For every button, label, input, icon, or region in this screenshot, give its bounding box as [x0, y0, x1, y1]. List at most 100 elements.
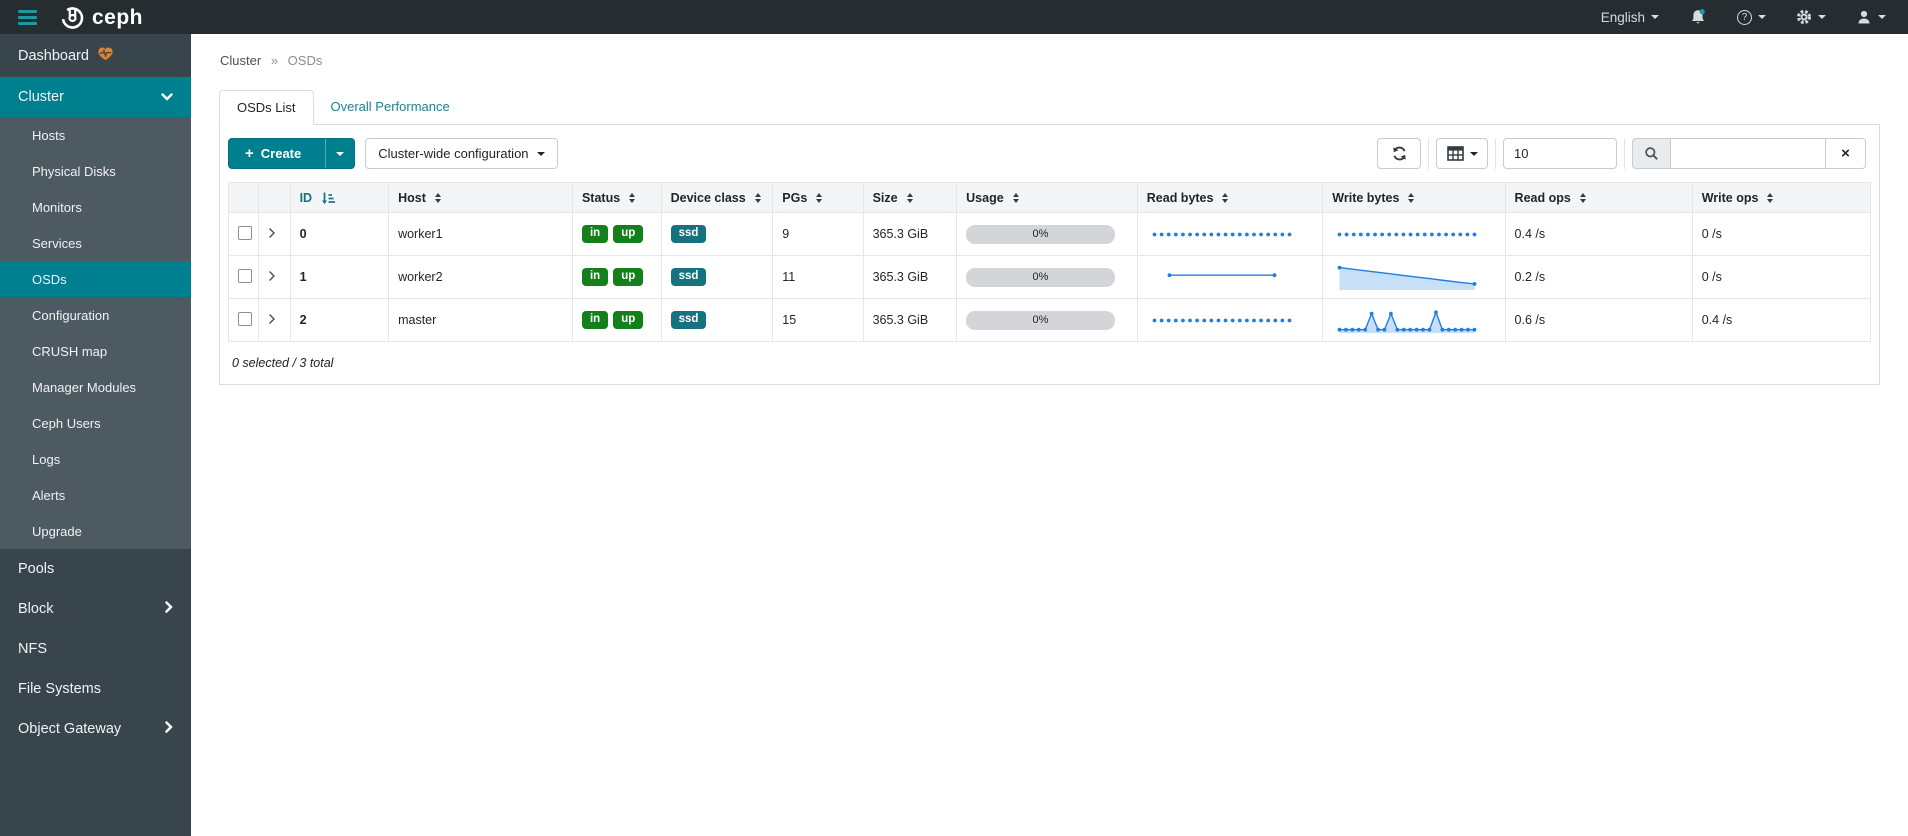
device-class-badge: ssd [671, 225, 707, 243]
sort-icon [1013, 193, 1019, 203]
row-checkbox[interactable] [238, 226, 252, 240]
sidebar-item-logs[interactable]: Logs [0, 441, 191, 477]
hamburger-menu-icon[interactable] [18, 10, 37, 25]
sidebar-item-ceph-users[interactable]: Ceph Users [0, 405, 191, 441]
table-header-row: IDHostStatusDevice classPGs Size Usage Read… [229, 183, 1871, 213]
column-header-read-ops[interactable]: Read ops [1505, 183, 1692, 213]
toolbar-divider [1624, 139, 1625, 169]
sidebar-item-physical-disks[interactable]: Physical Disks [0, 153, 191, 189]
cell-read-bytes [1137, 213, 1323, 256]
column-header-size[interactable]: Size [863, 183, 957, 213]
column-visibility-dropdown[interactable] [1436, 138, 1488, 169]
column-header-usage[interactable]: Usage [957, 183, 1138, 213]
sidebar-item-upgrade[interactable]: Upgrade [0, 513, 191, 549]
column-header-device-class[interactable]: Device class [661, 183, 773, 213]
sidebar-item-label: Monitors [32, 200, 82, 215]
column-label: Size [873, 191, 898, 205]
cell-write-ops: 0 /s [1692, 256, 1870, 299]
column-label: Write bytes [1332, 191, 1399, 205]
status-badge: in [582, 268, 608, 286]
clear-search-button[interactable]: × [1826, 138, 1866, 169]
notifications-button[interactable] [1689, 8, 1707, 26]
help-dropdown[interactable]: ? [1737, 10, 1766, 25]
sort-icon [1222, 193, 1228, 203]
expand-row-button[interactable] [258, 213, 290, 256]
sidebar-item-label: Alerts [32, 488, 65, 503]
cell-host: worker2 [389, 256, 573, 299]
sidebar-item-dashboard[interactable]: Dashboard [0, 34, 191, 77]
sidebar-item-cluster[interactable]: Cluster [0, 77, 191, 117]
cell-status: inup [572, 256, 661, 299]
column-header-write-bytes[interactable]: Write bytes [1323, 183, 1505, 213]
row-checkbox[interactable] [238, 312, 252, 326]
sidebar-item-object-gateway[interactable]: Object Gateway [0, 709, 191, 749]
table-row-osd-0: 0worker1inupssd9365.3 GiB0%0.4 /s0 /s [229, 213, 1871, 256]
table-toolbar: + Create Cluster-wide configuration [220, 125, 1879, 182]
sidebar-item-nfs[interactable]: NFS [0, 629, 191, 669]
cell-read-ops: 0.6 /s [1505, 299, 1692, 342]
osds-list-panel: + Create Cluster-wide configuration [219, 125, 1880, 385]
page-size-input[interactable] [1503, 138, 1617, 169]
cell-id: 2 [290, 299, 389, 342]
create-button[interactable]: + Create [228, 138, 355, 169]
column-label: Read bytes [1147, 191, 1214, 205]
expand-row-button[interactable] [258, 256, 290, 299]
breadcrumb-separator: » [271, 53, 278, 68]
expand-row-button[interactable] [258, 299, 290, 342]
chevron-right-icon [165, 601, 173, 617]
breadcrumb-cluster[interactable]: Cluster [220, 53, 261, 68]
column-header-read-bytes[interactable]: Read bytes [1137, 183, 1323, 213]
sparkline-peaks [1332, 305, 1482, 335]
brand-name: ceph [92, 7, 143, 28]
refresh-button[interactable] [1377, 138, 1421, 169]
sidebar-item-services[interactable]: Services [0, 225, 191, 261]
cluster-wide-configuration-label: Cluster-wide configuration [378, 146, 528, 161]
usage-progress-bar: 0% [966, 268, 1115, 287]
sidebar-item-label: Services [32, 236, 82, 251]
ceph-brand: ceph [59, 4, 143, 31]
tab-bar: OSDs List Overall Performance [219, 90, 1880, 125]
cell-device-class: ssd [661, 256, 773, 299]
status-badge: up [613, 311, 643, 329]
cell-device-class: ssd [661, 213, 773, 256]
sidebar-item-block[interactable]: Block [0, 589, 191, 629]
user-menu-dropdown[interactable] [1856, 9, 1886, 25]
cell-read-bytes [1137, 256, 1323, 299]
notifications-bell-icon [1689, 8, 1707, 26]
sidebar-item-hosts[interactable]: Hosts [0, 117, 191, 153]
sort-ascending-icon [321, 191, 335, 205]
usage-label: 0% [1033, 314, 1049, 326]
search-input[interactable] [1670, 138, 1826, 169]
column-header-status[interactable]: Status [572, 183, 661, 213]
sidebar-item-osds[interactable]: OSDs [0, 261, 191, 297]
column-header-host[interactable]: Host [389, 183, 573, 213]
tab-osds-list[interactable]: OSDs List [219, 90, 314, 125]
cell-id: 0 [290, 213, 389, 256]
settings-dropdown[interactable] [1796, 9, 1826, 25]
breadcrumb: Cluster » OSDs [219, 34, 1880, 82]
tab-overall-performance[interactable]: Overall Performance [314, 90, 467, 124]
usage-label: 0% [1033, 228, 1049, 240]
sidebar-item-alerts[interactable]: Alerts [0, 477, 191, 513]
cell-device-class: ssd [661, 299, 773, 342]
column-header-write-ops[interactable]: Write ops [1692, 183, 1870, 213]
plus-icon: + [245, 146, 254, 161]
create-dropdown-toggle[interactable] [325, 139, 354, 168]
cluster-wide-configuration-dropdown[interactable]: Cluster-wide configuration [365, 138, 557, 169]
sidebar-item-file-systems[interactable]: File Systems [0, 669, 191, 709]
column-header-id[interactable]: ID [290, 183, 389, 213]
sidebar-item-manager-modules[interactable]: Manager Modules [0, 369, 191, 405]
language-dropdown[interactable]: English [1601, 10, 1659, 25]
sidebar-item-crush-map[interactable]: CRUSH map [0, 333, 191, 369]
cell-read-bytes [1137, 299, 1323, 342]
sidebar-item-pools[interactable]: Pools [0, 549, 191, 589]
sidebar-item-label: Manager Modules [32, 380, 136, 395]
cell-pgs: 15 [773, 299, 863, 342]
sidebar-item-monitors[interactable]: Monitors [0, 189, 191, 225]
row-checkbox[interactable] [238, 269, 252, 283]
cell-write-ops: 0.4 /s [1692, 299, 1870, 342]
sidebar-item-configuration[interactable]: Configuration [0, 297, 191, 333]
column-header-pgs[interactable]: PGs [773, 183, 863, 213]
cell-usage: 0% [957, 256, 1138, 299]
cell-usage: 0% [957, 299, 1138, 342]
